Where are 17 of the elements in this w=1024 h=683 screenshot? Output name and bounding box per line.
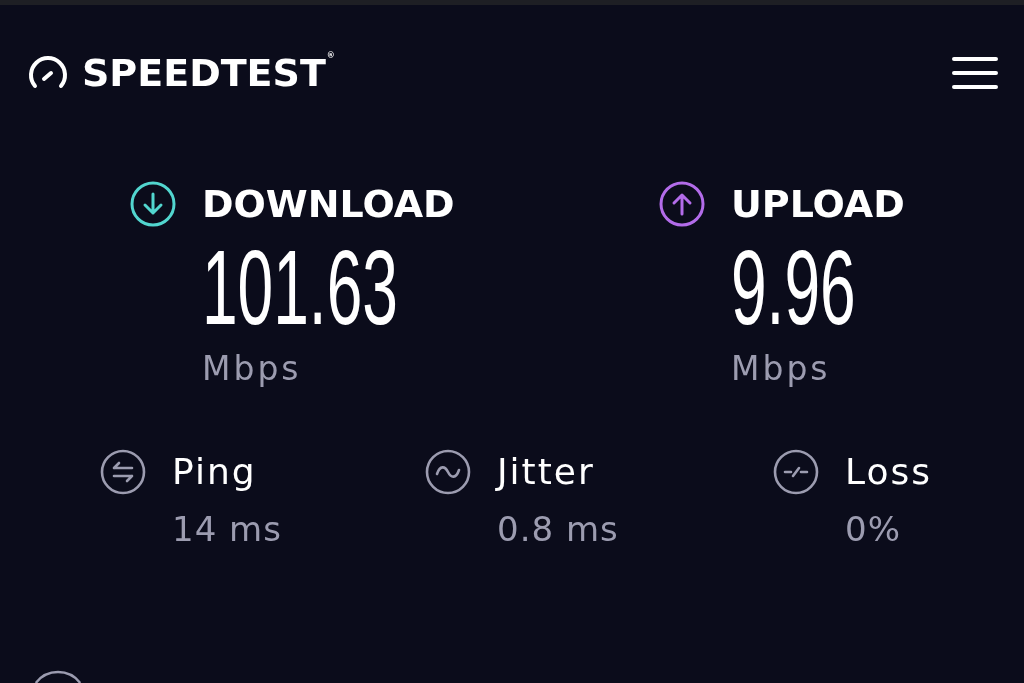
gauge-logo-icon [27, 55, 69, 91]
wave-icon [425, 449, 471, 495]
result-label: DOWNLOAD [202, 181, 455, 227]
menu-icon [952, 56, 998, 90]
metric-label: Jitter [497, 450, 595, 494]
metric-value: 14 ms [172, 509, 282, 549]
menu-button[interactable] [952, 56, 998, 90]
metric-label: Ping [172, 450, 257, 494]
swap-arrows-icon [100, 449, 146, 495]
speed-unit: Mbps [202, 349, 302, 389]
speed-unit: Mbps [731, 349, 831, 389]
speed-value: 9.96 [731, 248, 856, 328]
speed-value: 101.63 [202, 248, 398, 328]
result-label: UPLOAD [731, 181, 905, 227]
metric-label: Loss [845, 450, 932, 494]
metric-value: 0% [845, 509, 901, 549]
metric-value: 0.8 ms [497, 509, 619, 549]
